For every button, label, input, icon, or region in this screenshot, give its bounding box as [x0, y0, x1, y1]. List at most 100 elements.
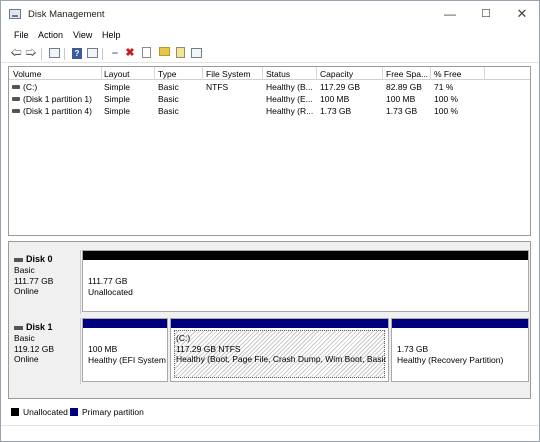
properties-icon[interactable] [85, 47, 99, 60]
unallocated-bar [83, 251, 528, 260]
status-bar [1, 425, 539, 441]
help-icon[interactable]: ? [70, 47, 84, 60]
disk-0-size: 111.77 GB [14, 275, 54, 286]
column-header-layout[interactable]: Layout [104, 69, 156, 79]
cell-status: Healthy (B... [266, 82, 313, 92]
forward-arrow-icon[interactable]: 🢡 [24, 47, 38, 60]
toolbar: 🢠 🢡 ? ⎯ ✖ [1, 44, 539, 63]
partition-drive-letter: (C:) [176, 333, 191, 343]
disk-icon [14, 325, 23, 330]
column-header-free-space[interactable]: Free Spa... [386, 69, 430, 79]
disk-management-window: Disk Management — ☐ ✕ File Action View H… [0, 0, 540, 442]
partition-size: 100 MB [88, 344, 118, 354]
cell-free-space: 82.89 GB [386, 82, 422, 92]
cell-layout: Simple [104, 82, 130, 92]
column-divider[interactable] [430, 67, 431, 80]
export-icon[interactable] [173, 47, 187, 60]
partition-status: Healthy (Recovery Partition) [397, 354, 504, 365]
cell-volume: (Disk 1 partition 1) [23, 94, 92, 104]
column-divider[interactable] [154, 67, 155, 80]
cell-percent-free: 100 % [434, 94, 459, 104]
disk-icon [14, 257, 23, 262]
close-button[interactable]: ✕ [507, 4, 537, 24]
column-header-capacity[interactable]: Capacity [320, 69, 382, 79]
column-divider[interactable] [484, 67, 485, 80]
column-header-file-system[interactable]: File System [206, 69, 262, 79]
cell-percent-free: 71 % [434, 82, 454, 92]
column-divider[interactable] [262, 67, 263, 80]
volume-icon [12, 97, 20, 101]
volume-row-disk1-partition4[interactable]: (Disk 1 partition 4) Simple Basic Health… [9, 105, 530, 117]
disk-1-type: Basic [14, 333, 35, 343]
check-icon[interactable] [139, 47, 153, 60]
delete-icon[interactable]: ✖ [123, 47, 137, 60]
partition-label: 100 MB Healthy (EFI System [88, 344, 166, 365]
cell-layout: Simple [104, 94, 130, 104]
partition-disk1-c[interactable]: (C:) 117.29 GB NTFS Healthy (Boot, Page … [170, 318, 389, 382]
open-folder-icon[interactable] [157, 47, 171, 60]
legend-primary-partition: Primary partition [82, 407, 144, 417]
cell-volume: (C:) [23, 82, 38, 92]
column-header-volume[interactable]: Volume [13, 69, 99, 79]
disk-1-row: Disk 1 Basic 119.12 GB Online 100 MB Hea… [9, 318, 530, 384]
volume-row-disk1-partition1[interactable]: (Disk 1 partition 1) Simple Basic Health… [9, 93, 530, 105]
menu-file[interactable]: File [14, 30, 29, 40]
unallocated-swatch [11, 408, 19, 416]
window-title: Disk Management [28, 9, 105, 20]
menu-bar: File Action View Help [1, 27, 539, 44]
cell-free-space: 100 MB [386, 94, 416, 104]
primary-partition-bar [83, 319, 167, 328]
column-header-status[interactable]: Status [266, 69, 316, 79]
column-header-type[interactable]: Type [158, 69, 202, 79]
partition-label: 111.77 GB Unallocated [88, 276, 133, 297]
cell-layout: Simple [104, 106, 130, 116]
partition-size: 117.29 GB NTFS [176, 343, 241, 354]
column-divider[interactable] [101, 67, 102, 80]
primary-partition-bar [392, 319, 528, 328]
partition-disk0-unallocated[interactable]: 111.77 GB Unallocated [82, 250, 529, 312]
disk-0-info[interactable]: Disk 0 Basic 111.77 GB Online [9, 250, 81, 314]
volume-list[interactable]: Volume Layout Type File System Status Ca… [8, 66, 531, 236]
cell-capacity: 117.29 GB [320, 82, 361, 92]
maximize-button[interactable]: ☐ [471, 4, 501, 24]
disk-0-label: Disk 0 [14, 254, 80, 265]
disk-0-type: Basic [14, 265, 35, 275]
primary-partition-swatch [70, 408, 78, 416]
cell-capacity: 1.73 GB [320, 106, 352, 116]
disk-0-row: Disk 0 Basic 111.77 GB Online 111.77 GB … [9, 250, 530, 314]
partition-disk1-efi[interactable]: 100 MB Healthy (EFI System [82, 318, 168, 382]
volume-list-header: Volume Layout Type File System Status Ca… [9, 67, 530, 80]
column-divider[interactable] [316, 67, 317, 80]
console-tree-icon[interactable] [47, 47, 61, 60]
back-arrow-icon[interactable]: 🢠 [9, 47, 23, 60]
disk-map-panel[interactable]: Disk 0 Basic 111.77 GB Online 111.77 GB … [8, 241, 531, 399]
list-view-icon[interactable] [189, 47, 203, 60]
column-divider[interactable] [202, 67, 203, 80]
cell-status: Healthy (R... [266, 106, 314, 116]
column-divider[interactable] [382, 67, 383, 80]
menu-action[interactable]: Action [38, 30, 63, 40]
volume-row-c[interactable]: (C:) Simple Basic NTFS Healthy (B... 117… [9, 81, 530, 93]
disk-1-state: Online [14, 354, 39, 364]
disk-0-name: Disk 0 [26, 254, 53, 264]
toolbar-separator [64, 48, 65, 60]
partition-status: Healthy (EFI System [88, 354, 166, 365]
legend-unallocated: Unallocated [23, 407, 68, 417]
partition-disk1-recovery[interactable]: 1.73 GB Healthy (Recovery Partition) [391, 318, 529, 382]
partition-status: Healthy (Boot, Page File, Crash Dump, Wi… [176, 354, 386, 364]
minimize-button[interactable]: — [435, 4, 465, 24]
partition-label: 1.73 GB Healthy (Recovery Partition) [397, 344, 503, 365]
disk-1-label: Disk 1 [14, 322, 80, 333]
cell-free-space: 1.73 GB [386, 106, 418, 116]
column-header-percent-free[interactable]: % Free [434, 69, 484, 79]
menu-help[interactable]: Help [102, 30, 121, 40]
toolbar-separator [102, 48, 103, 60]
disk-management-app-icon [9, 9, 21, 19]
disk-1-size: 119.12 GB [14, 343, 55, 354]
legend: Unallocated Primary partition [8, 404, 531, 420]
cell-status: Healthy (E... [266, 94, 313, 104]
volume-icon [12, 109, 20, 113]
disk-1-info[interactable]: Disk 1 Basic 119.12 GB Online [9, 318, 81, 384]
connect-icon[interactable]: ⎯ [108, 47, 122, 60]
menu-view[interactable]: View [73, 30, 92, 40]
